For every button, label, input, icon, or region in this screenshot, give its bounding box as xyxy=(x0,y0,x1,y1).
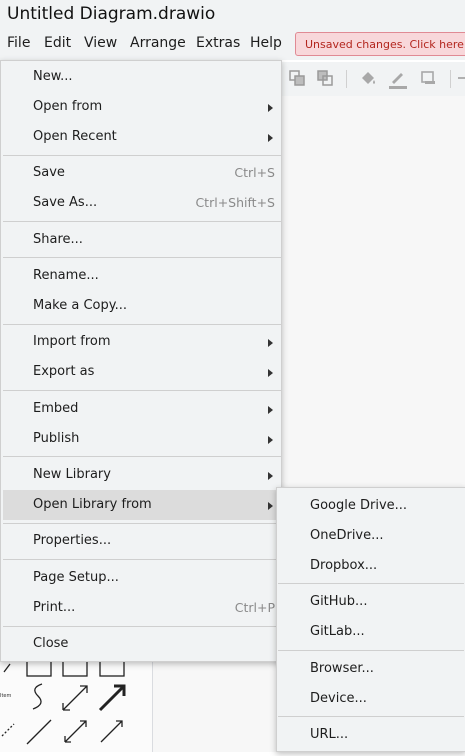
title-bar: Untitled Diagram.drawio xyxy=(0,0,465,30)
menu-item-rename[interactable]: Rename... xyxy=(3,261,281,291)
more-arrow-icon[interactable] xyxy=(456,69,465,87)
shadow-icon[interactable] xyxy=(420,69,438,87)
menu-item-print[interactable]: Print... Ctrl+P xyxy=(3,593,281,623)
menu-item-save[interactable]: Save Ctrl+S xyxy=(3,158,281,188)
menu-separator xyxy=(3,626,281,627)
submenu-arrow-icon xyxy=(268,134,273,142)
menu-item-embed[interactable]: Embed xyxy=(3,394,281,424)
submenu-separator xyxy=(278,716,464,717)
menu-item-new[interactable]: New... xyxy=(3,62,281,92)
curve-shape-icon xyxy=(32,683,43,710)
menu-arrange[interactable]: Arrange xyxy=(130,35,186,51)
menu-separator xyxy=(3,257,281,258)
submenu-item-onedrive[interactable]: OneDrive... xyxy=(278,521,464,551)
line-color-icon[interactable] xyxy=(388,69,408,89)
menu-separator xyxy=(3,456,281,457)
thick-arrow-icon xyxy=(98,684,126,712)
menu-item-make-copy[interactable]: Make a Copy... xyxy=(3,291,281,321)
window-title: Untitled Diagram.drawio xyxy=(7,4,216,24)
menu-item-share[interactable]: Share... xyxy=(3,225,281,255)
shape-partial-icon xyxy=(3,663,11,673)
menu-view[interactable]: View xyxy=(84,35,117,51)
submenu-arrow-icon xyxy=(268,104,273,112)
submenu-item-browser[interactable]: Browser... xyxy=(278,654,464,684)
rectangle-shape-icon-2 xyxy=(62,660,88,677)
open-library-submenu: Google Drive... OneDrive... Dropbox... G… xyxy=(276,487,465,752)
menu-item-page-setup[interactable]: Page Setup... xyxy=(3,563,281,593)
menu-separator xyxy=(3,390,281,391)
menu-item-export-as[interactable]: Export as xyxy=(3,357,281,387)
submenu-item-url[interactable]: URL... xyxy=(278,720,464,750)
arrow-shape-icon xyxy=(100,720,123,743)
submenu-separator xyxy=(278,583,464,584)
menu-separator xyxy=(3,324,281,325)
submenu-arrow-icon xyxy=(268,436,273,444)
double-arrow-icon xyxy=(64,720,87,743)
submenu-item-gitlab[interactable]: GitLab... xyxy=(278,617,464,647)
bidirectional-arrow-icon xyxy=(62,685,88,711)
submenu-item-device[interactable]: Device... xyxy=(278,684,464,714)
to-back-icon[interactable] xyxy=(316,69,334,87)
submenu-item-google-drive[interactable]: Google Drive... xyxy=(278,491,464,521)
rectangle-shape-icon-3 xyxy=(99,660,125,677)
submenu-item-dropbox[interactable]: Dropbox... xyxy=(278,551,464,581)
text-shape-icon: Item xyxy=(0,693,12,699)
submenu-arrow-icon xyxy=(268,472,273,480)
submenu-arrow-icon xyxy=(268,339,273,347)
submenu-arrow-icon xyxy=(268,369,273,377)
file-menu: New... Open from Open Recent Save Ctrl+S … xyxy=(0,60,282,662)
menu-file[interactable]: File xyxy=(7,35,30,51)
line-shape-icon xyxy=(26,719,52,745)
menu-item-save-as[interactable]: Save As... Ctrl+Shift+S xyxy=(3,188,281,218)
submenu-separator xyxy=(278,650,464,651)
menu-separator xyxy=(3,155,281,156)
menu-item-open-library-from[interactable]: Open Library from xyxy=(3,490,281,520)
menu-edit[interactable]: Edit xyxy=(44,35,71,51)
menu-item-import-from[interactable]: Import from xyxy=(3,327,281,357)
menu-item-open-from[interactable]: Open from xyxy=(3,92,281,122)
menu-extras[interactable]: Extras xyxy=(196,35,240,51)
menu-separator xyxy=(3,221,281,222)
dashed-line-icon xyxy=(1,723,15,737)
menu-help[interactable]: Help xyxy=(250,35,282,51)
menu-separator xyxy=(3,523,281,524)
submenu-arrow-icon xyxy=(268,406,273,414)
menu-item-open-recent[interactable]: Open Recent xyxy=(3,122,281,152)
menu-separator xyxy=(3,559,281,560)
menu-item-properties[interactable]: Properties... xyxy=(3,526,281,556)
fill-color-icon[interactable] xyxy=(359,69,377,87)
submenu-arrow-icon xyxy=(268,502,273,510)
rectangle-shape-icon xyxy=(26,660,52,677)
submenu-item-github[interactable]: GitHub... xyxy=(278,587,464,617)
menu-item-publish[interactable]: Publish xyxy=(3,424,281,454)
unsaved-changes-banner[interactable]: Unsaved changes. Click here to save. xyxy=(295,32,465,56)
to-front-icon[interactable] xyxy=(288,69,306,87)
toolbar xyxy=(280,62,465,97)
menu-item-close[interactable]: Close xyxy=(3,629,281,659)
menu-item-new-library[interactable]: New Library xyxy=(3,460,281,490)
